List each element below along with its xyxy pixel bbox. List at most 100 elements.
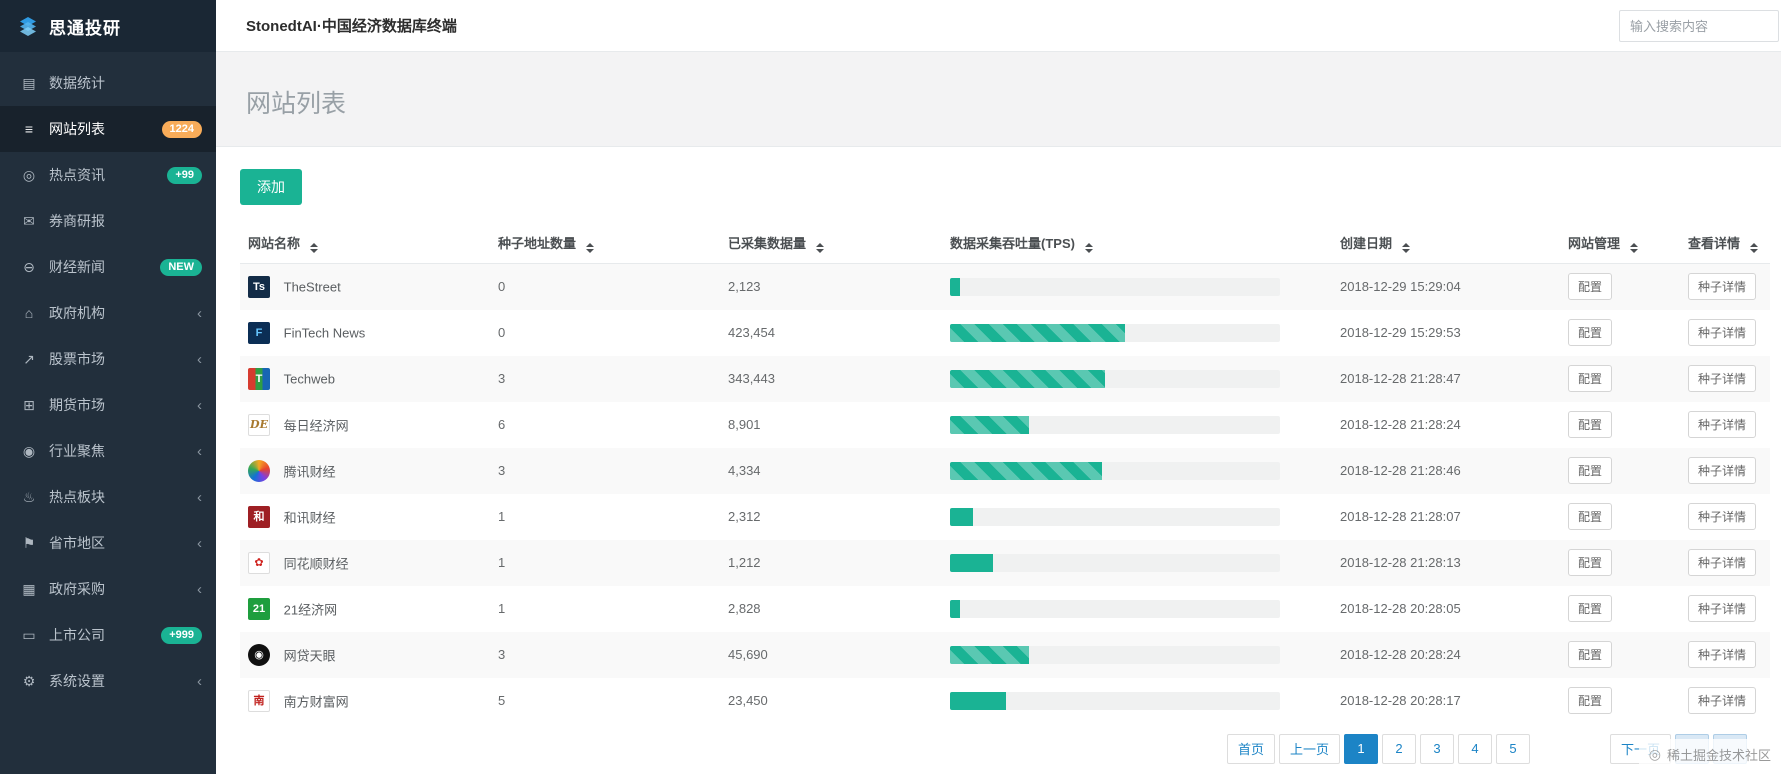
site-favicon-icon: F <box>248 321 270 344</box>
tps-cell <box>942 586 1332 632</box>
brand-title: 思通投研 <box>49 18 121 38</box>
site-name: 21经济网 <box>283 602 338 617</box>
sidebar-item[interactable]: ⊖ 财经新闻 NEW <box>0 244 216 290</box>
column-header[interactable]: 查看详情 <box>1680 223 1770 264</box>
site-name: 每日经济网 <box>283 418 349 433</box>
sidebar-item[interactable]: ▭ 上市公司 +999 <box>0 612 216 658</box>
column-header[interactable]: 创建日期 <box>1332 223 1560 264</box>
pagination-page-button[interactable]: 1 <box>1343 733 1378 764</box>
pagination-first-button[interactable]: 首页 <box>1226 733 1275 764</box>
sidebar-item-label: 财经新闻 <box>49 259 105 275</box>
sidebar-nav: ▤ 数据统计 ≡ 网站列表 1224 ◎ 热点资讯 +99 ✉ 券商研报 ⊖ 财… <box>0 52 216 704</box>
pagination-page-button[interactable]: 5 <box>1495 733 1530 764</box>
list-icon: ≡ <box>24 121 34 137</box>
tps-cell <box>942 310 1332 356</box>
sort-icon[interactable] <box>1749 243 1758 253</box>
manage-cell: 配置 <box>1560 310 1680 356</box>
pagination-prev-button[interactable]: 上一页 <box>1278 733 1340 764</box>
column-header[interactable]: 数据采集吞吐量(TPS) <box>942 223 1332 264</box>
seed-detail-button[interactable]: 种子详情 <box>1688 641 1757 668</box>
collected-count-cell: 23,450 <box>728 693 768 708</box>
seed-detail-button[interactable]: 种子详情 <box>1688 549 1757 576</box>
site-config-button[interactable]: 配置 <box>1568 319 1613 346</box>
sidebar-item[interactable]: ◎ 热点资讯 +99 <box>0 152 216 198</box>
site-name-cell: 21 21经济网 <box>240 586 490 632</box>
sort-icon[interactable] <box>1401 243 1410 253</box>
manage-cell: 配置 <box>1560 586 1680 632</box>
table-row: T Techweb 3 343,443 2018-12-28 21:28:47 <box>240 355 1770 402</box>
seed-detail-button[interactable]: 种子详情 <box>1688 273 1757 301</box>
main-area: StonedtAI·中国经济数据库终端 网站列表 添加 网站名称 <box>216 0 1781 774</box>
site-config-button[interactable]: 配置 <box>1568 273 1613 301</box>
site-config-button[interactable]: 配置 <box>1568 595 1613 622</box>
site-config-button[interactable]: 配置 <box>1568 457 1613 484</box>
sidebar-item-label: 行业聚焦 <box>49 443 105 459</box>
sidebar-item[interactable]: ▦ 政府采购 ‹ <box>0 566 216 612</box>
sidebar-item[interactable]: ≡ 网站列表 1224 <box>0 106 216 152</box>
column-header[interactable]: 网站名称 <box>240 223 490 264</box>
sidebar-item[interactable]: ⚑ 省市地区 ‹ <box>0 520 216 566</box>
pagination-page-button[interactable]: 3 <box>1419 733 1454 764</box>
sidebar-item[interactable]: ◉ 行业聚焦 ‹ <box>0 428 216 474</box>
tps-cell <box>942 356 1332 402</box>
site-favicon-icon: Ts <box>248 275 270 298</box>
sort-icon[interactable] <box>1629 243 1638 253</box>
seed-detail-button[interactable]: 种子详情 <box>1688 411 1757 438</box>
created-date-cell: 2018-12-28 20:28:17 <box>1340 693 1461 708</box>
sidebar-item[interactable]: ↗ 股票市场 ‹ <box>0 336 216 382</box>
sidebar-badge: +99 <box>167 166 202 184</box>
website-list-card: 添加 网站名称 种子地址数量 已采集数据量 数据采集吞吐量(TPS) 创建日期 … <box>216 146 1781 774</box>
sidebar-item[interactable]: ⊞ 期货市场 ‹ <box>0 382 216 428</box>
site-config-button[interactable]: 配置 <box>1568 549 1613 576</box>
tps-cell <box>942 448 1332 494</box>
tps-cell <box>942 264 1332 310</box>
sidebar-item-label: 数据统计 <box>49 75 105 91</box>
manage-cell: 配置 <box>1560 540 1680 586</box>
sort-icon[interactable] <box>309 243 318 253</box>
sidebar-item-label: 热点板块 <box>49 489 105 505</box>
detail-cell: 种子详情 <box>1680 264 1770 310</box>
sort-icon[interactable] <box>585 243 594 253</box>
column-header[interactable]: 网站管理 <box>1560 223 1680 264</box>
tps-progress-fill <box>950 553 993 572</box>
detail-cell: 种子详情 <box>1680 494 1770 540</box>
site-favicon-icon <box>248 459 270 482</box>
column-header[interactable]: 已采集数据量 <box>720 223 942 264</box>
table-row: 21 21经济网 1 2,828 2018-12-28 20:28:05 配置 … <box>240 586 1770 632</box>
site-config-button[interactable]: 配置 <box>1568 687 1613 714</box>
site-config-button[interactable]: 配置 <box>1568 411 1613 438</box>
column-header-label: 网站管理 <box>1568 236 1621 251</box>
watermark: ◎ 稀土掘金技术社区 <box>1638 739 1781 770</box>
column-header[interactable]: 种子地址数量 <box>490 223 720 264</box>
created-date-cell: 2018-12-28 20:28:24 <box>1340 647 1461 662</box>
procurement-icon: ▦ <box>22 580 36 597</box>
site-config-button[interactable]: 配置 <box>1568 641 1613 668</box>
site-config-button[interactable]: 配置 <box>1568 503 1613 530</box>
seed-detail-button[interactable]: 种子详情 <box>1688 457 1757 484</box>
collected-count-cell: 2,312 <box>728 509 761 524</box>
sidebar-item[interactable]: ⌂ 政府机构 ‹ <box>0 290 216 336</box>
add-button[interactable]: 添加 <box>240 169 302 205</box>
globe-icon: ◎ <box>22 166 36 183</box>
seed-detail-button[interactable]: 种子详情 <box>1688 365 1757 392</box>
search-input[interactable] <box>1619 10 1779 42</box>
sidebar-item[interactable]: ♨ 热点板块 ‹ <box>0 474 216 520</box>
sort-icon[interactable] <box>1084 243 1093 253</box>
sidebar-item[interactable]: ▤ 数据统计 <box>0 60 216 106</box>
seed-detail-button[interactable]: 种子详情 <box>1688 319 1757 346</box>
pagination-page-button[interactable]: 4 <box>1457 733 1492 764</box>
seed-detail-button[interactable]: 种子详情 <box>1688 687 1757 714</box>
sort-icon[interactable] <box>815 243 824 253</box>
site-config-button[interactable]: 配置 <box>1568 365 1613 392</box>
seed-count-cell: 3 <box>498 647 506 662</box>
sidebar-item[interactable]: ⚙ 系统设置 ‹ <box>0 658 216 704</box>
table-row: 南 南方财富网 5 23,450 2018-12-28 20:28:17 配置 … <box>240 678 1770 724</box>
site-favicon-icon: T <box>248 367 270 390</box>
chevron-left-icon: ‹ <box>197 580 202 598</box>
seed-detail-button[interactable]: 种子详情 <box>1688 595 1757 622</box>
site-name-cell: T Techweb <box>240 356 490 402</box>
sidebar-item[interactable]: ✉ 券商研报 <box>0 198 216 244</box>
pagination-page-button[interactable]: 2 <box>1381 733 1416 764</box>
futures-icon: ⊞ <box>23 396 35 413</box>
seed-detail-button[interactable]: 种子详情 <box>1688 503 1757 530</box>
